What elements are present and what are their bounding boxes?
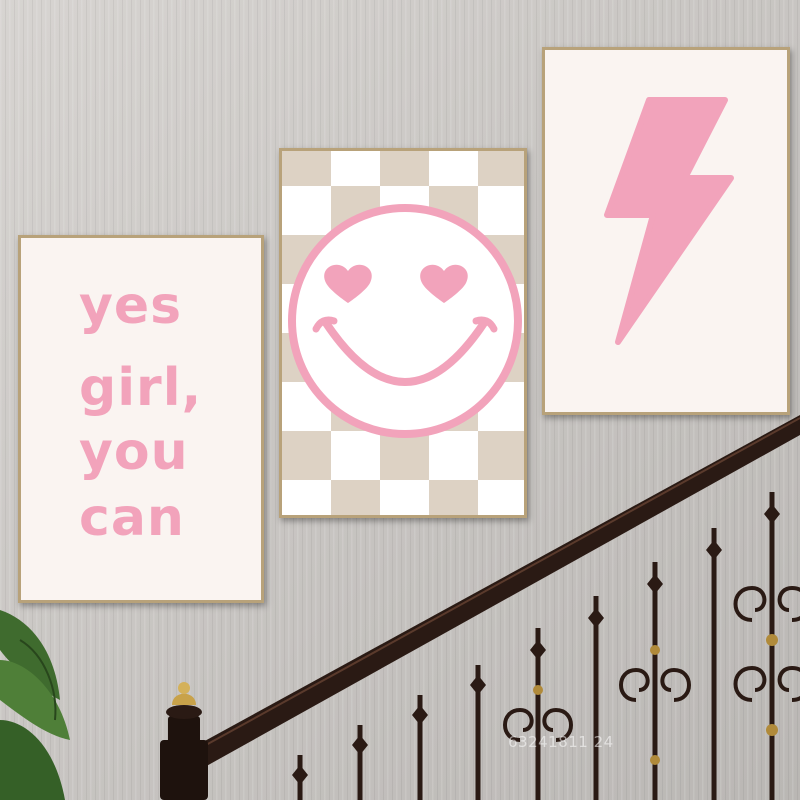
checker-square <box>478 431 524 480</box>
poster-right-frame <box>542 47 790 415</box>
checker-square <box>380 431 429 480</box>
quote-line-1: yes <box>79 276 183 336</box>
checker-square <box>429 480 478 515</box>
checker-square <box>282 151 331 186</box>
checker-square <box>478 151 524 186</box>
checkerboard-pattern <box>282 151 524 515</box>
smiley-face-heart-eyes-icon <box>288 204 522 438</box>
poster-middle-frame <box>279 148 527 518</box>
lightning-bolt-icon <box>604 97 734 345</box>
watermark-text: 63241811 24 <box>508 733 614 751</box>
poster-left-frame: yes girl, you can <box>18 235 264 603</box>
checker-square <box>331 480 380 515</box>
checker-square <box>380 151 429 186</box>
quote-line-2: girl, <box>79 358 203 418</box>
quote-line-4: can <box>79 488 185 548</box>
checker-square <box>282 431 331 480</box>
quote-line-3: you <box>79 422 189 482</box>
